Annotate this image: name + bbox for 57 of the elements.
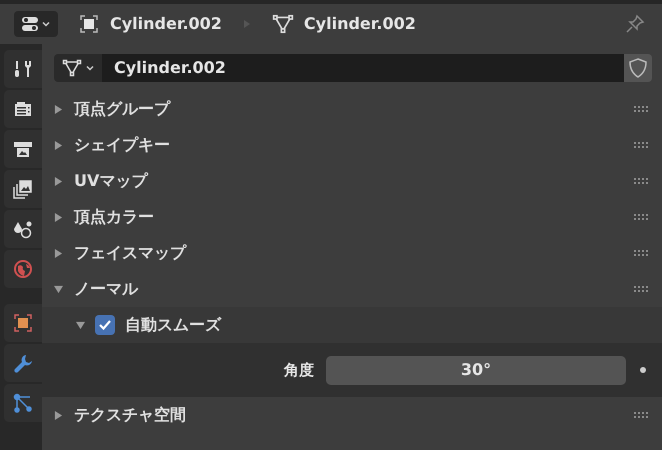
drag-handle-icon[interactable]: [634, 178, 650, 184]
fake-user-button[interactable]: [624, 54, 652, 82]
object-icon: [12, 312, 34, 334]
image-stack-icon: [12, 178, 34, 200]
datablock-selector[interactable]: [54, 54, 102, 82]
globe-icon: [12, 258, 34, 280]
properties-tab[interactable]: [4, 344, 42, 382]
drag-handle-icon[interactable]: [634, 106, 650, 112]
checkbox[interactable]: [95, 315, 115, 335]
caret-icon: [41, 19, 51, 29]
properties-tab[interactable]: [4, 384, 42, 422]
datablock-name-field[interactable]: Cylinder.002: [102, 54, 624, 82]
expand-triangle-icon[interactable]: [54, 212, 63, 222]
mesh-icon: [272, 13, 294, 35]
particles-icon: [12, 392, 34, 414]
properties-tab[interactable]: [4, 90, 42, 128]
expand-triangle-icon[interactable]: [54, 176, 63, 186]
properties-tab[interactable]: [4, 304, 42, 342]
object-icon: [78, 13, 100, 35]
panel-title: フェイスマップ: [74, 242, 186, 264]
mesh-name: Cylinder.002: [304, 13, 416, 35]
collapse-triangle-icon[interactable]: [76, 320, 85, 330]
breadcrumb-arrow-icon: [244, 20, 250, 28]
expand-triangle-icon[interactable]: [54, 410, 63, 420]
display-mode-button[interactable]: [14, 11, 58, 37]
expand-triangle-icon[interactable]: [54, 140, 63, 150]
toggle-icon: [21, 16, 39, 32]
keyframe-dot-icon[interactable]: [640, 367, 646, 373]
subpanel-header[interactable]: 自動スムーズ: [42, 307, 662, 343]
properties-tab[interactable]: [4, 210, 42, 248]
panel-title: ノーマル: [74, 278, 138, 300]
drag-handle-icon[interactable]: [634, 286, 650, 292]
collapse-triangle-icon[interactable]: [54, 284, 63, 294]
drag-handle-icon[interactable]: [634, 412, 650, 418]
wrench-icon: [12, 352, 34, 374]
panel-title: テクスチャ空間: [74, 404, 186, 426]
object-name: Cylinder.002: [110, 13, 222, 35]
properties-tab[interactable]: [4, 50, 42, 88]
property-label: 角度: [282, 360, 315, 381]
expand-triangle-icon[interactable]: [54, 248, 63, 258]
drag-handle-icon[interactable]: [634, 250, 650, 256]
shield-icon: [629, 58, 647, 78]
expand-triangle-icon[interactable]: [54, 104, 63, 114]
drag-handle-icon[interactable]: [634, 142, 650, 148]
panel-title: UVマップ: [74, 170, 148, 192]
angle-field[interactable]: 30°: [326, 356, 626, 384]
pin-icon[interactable]: [624, 13, 646, 35]
properties-tab[interactable]: [4, 170, 42, 208]
check-icon: [98, 318, 112, 332]
properties-tab[interactable]: [4, 130, 42, 168]
panel-title: 頂点グループ: [74, 98, 170, 120]
subpanel-title: 自動スムーズ: [125, 314, 221, 336]
panel-title: 頂点カラー: [74, 206, 154, 228]
tool-icon: [12, 58, 34, 80]
drag-handle-icon[interactable]: [634, 214, 650, 220]
panel-title: シェイプキー: [74, 134, 170, 156]
mesh-icon: [61, 58, 83, 78]
